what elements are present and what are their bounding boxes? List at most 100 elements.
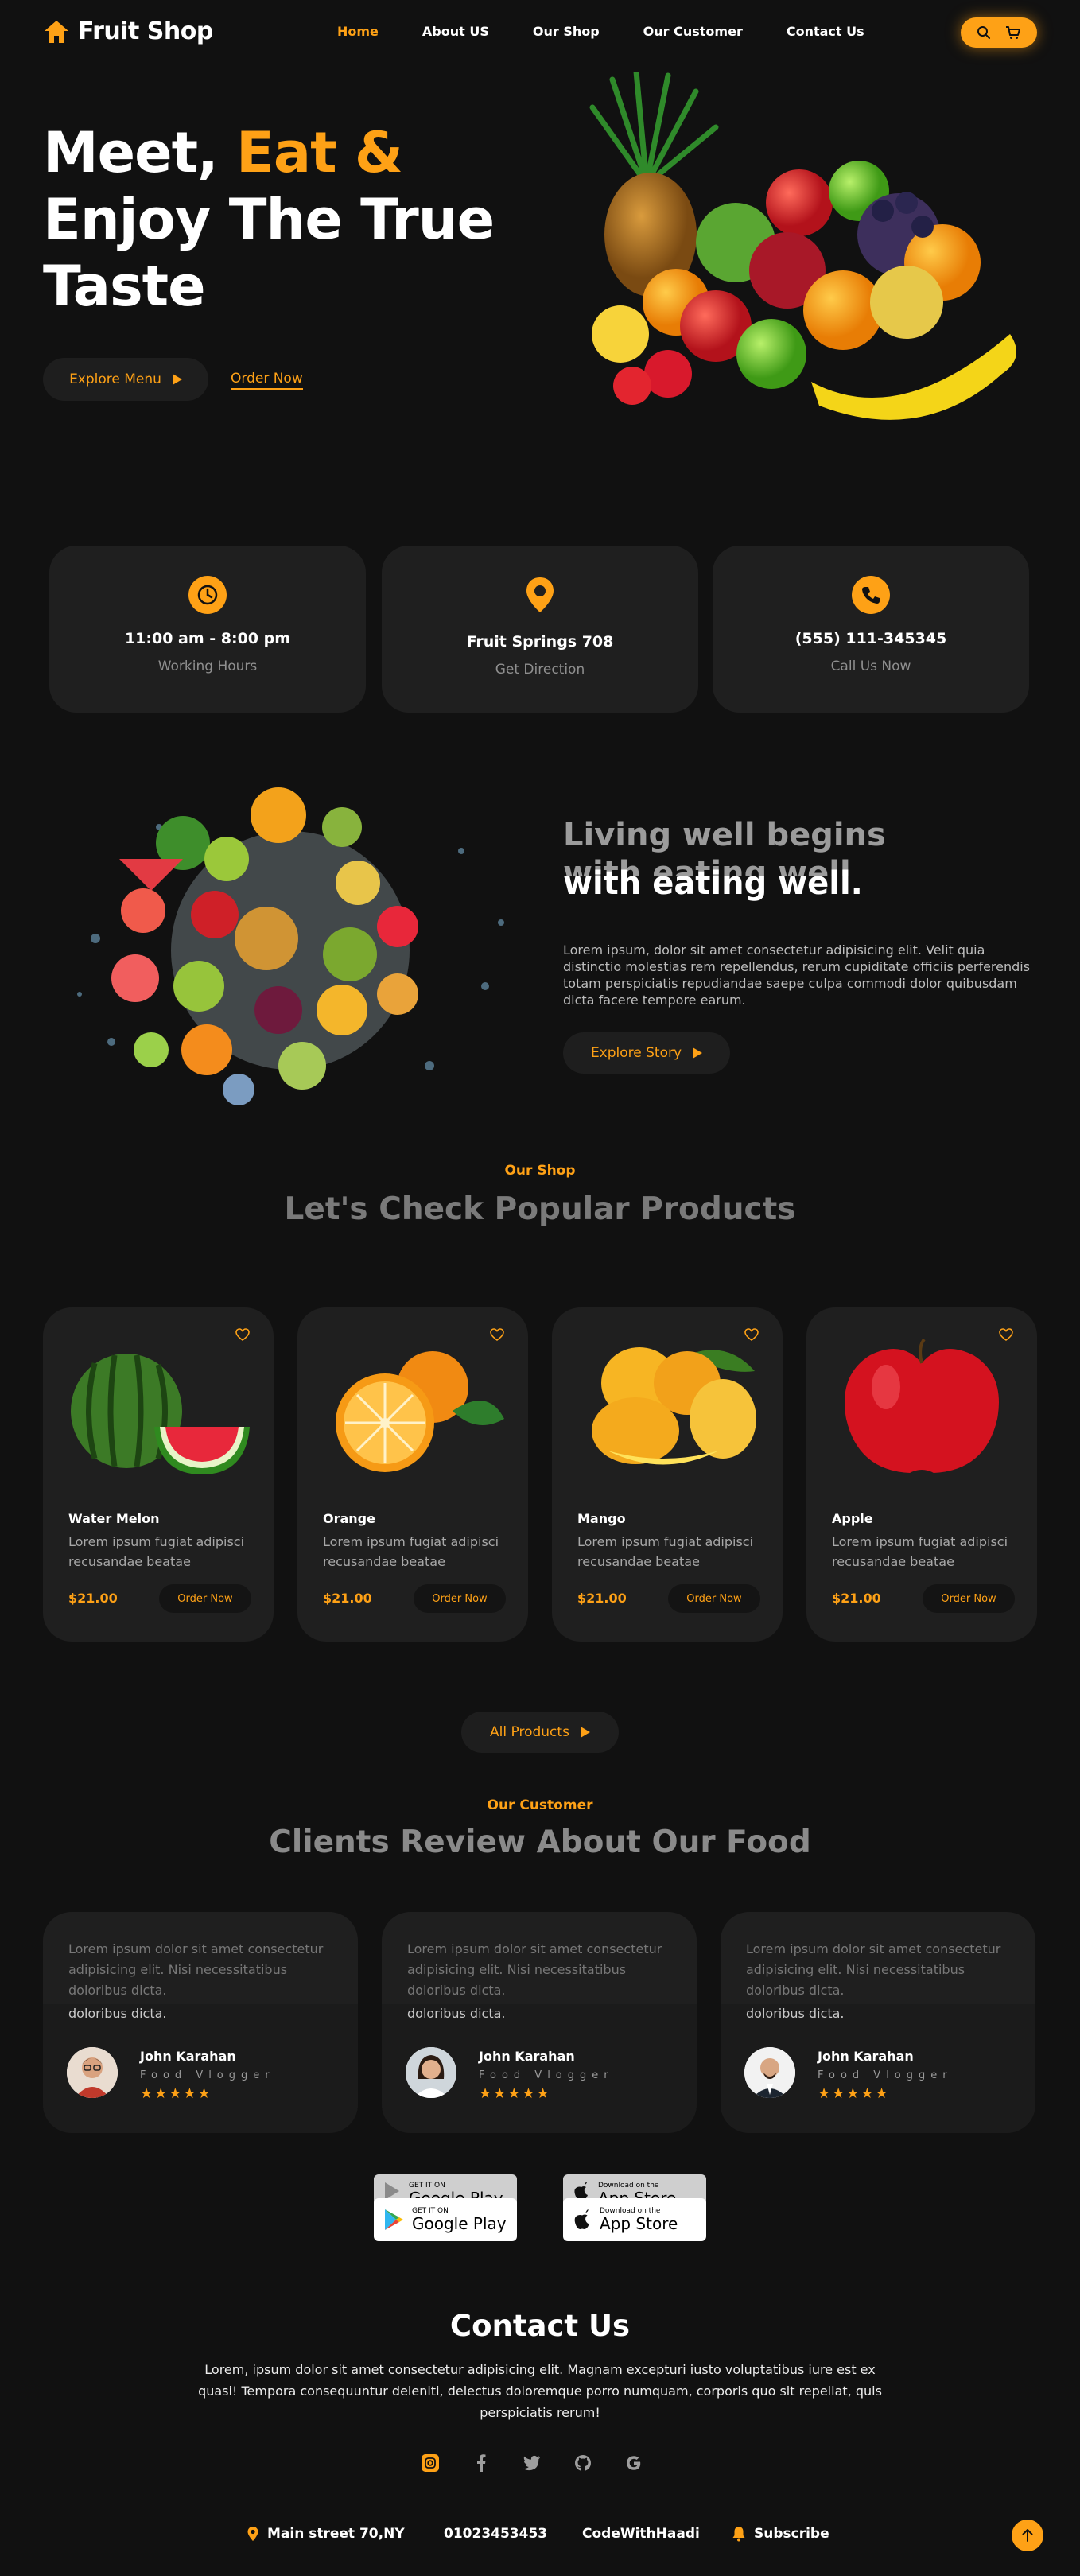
bell-icon	[732, 2527, 745, 2542]
about-heading-line1: Living well begins	[563, 817, 886, 853]
phone-icon	[852, 576, 890, 614]
product-desc: Lorem ipsum fugiat adipisci recusandae b…	[68, 1534, 245, 1569]
reviewer-name: John Karahan	[140, 2049, 236, 2064]
github-icon[interactable]	[574, 2454, 592, 2472]
reviews-label: Our Customer	[487, 1797, 593, 1813]
product-name: Apple	[832, 1511, 873, 1526]
nav-contact[interactable]: Contact Us	[787, 24, 864, 39]
explore-story-label: Explore Story	[590, 1045, 682, 1061]
twitter-icon[interactable]	[523, 2454, 541, 2472]
nav-about[interactable]: About US	[422, 24, 489, 39]
all-products-label: All Products	[490, 1724, 569, 1740]
product-price: $21.00	[577, 1591, 627, 1606]
explore-story-button[interactable]: Explore Story	[563, 1032, 730, 1074]
nav-home[interactable]: Home	[337, 24, 379, 39]
info-card-phone[interactable]: (555) 111-345345 Call Us Now	[713, 546, 1029, 713]
apple-icon	[574, 2209, 589, 2229]
subscribe-label: Subscribe	[754, 2526, 829, 2542]
main-nav: Home About US Our Shop Our Customer Cont…	[337, 24, 864, 39]
home-icon	[45, 20, 68, 43]
order-now-link[interactable]: Order Now	[231, 371, 303, 390]
app-store-big: App Store	[600, 2214, 678, 2233]
explore-menu-label: Explore Menu	[69, 371, 161, 387]
cart-icon[interactable]	[1005, 25, 1021, 40]
product-price: $21.00	[323, 1591, 372, 1606]
google-icon[interactable]	[625, 2454, 643, 2472]
footer-phone[interactable]: 01023453453	[444, 2526, 547, 2542]
contact-text: Lorem, ipsum dolor sit amet consectetur …	[198, 2362, 882, 2420]
scroll-to-top-button[interactable]	[1012, 2520, 1043, 2551]
location-icon	[247, 2527, 258, 2541]
about-fruit-splash-image	[77, 787, 504, 1105]
search-icon[interactable]	[977, 25, 991, 40]
reviews-title: Clients Review About Our Food	[269, 1824, 811, 1860]
play-icon	[580, 1727, 590, 1738]
avatar	[67, 2047, 118, 2098]
social-links	[422, 2454, 643, 2472]
footer-address: Main street 70,NY	[247, 2526, 405, 2542]
product-card-watermelon[interactable]: Water Melon Lorem ipsum fugiat adipisci …	[43, 1307, 274, 1642]
instagram-icon[interactable]	[422, 2454, 439, 2472]
reviewer-name: John Karahan	[479, 2049, 575, 2064]
app-store-small: Download on the	[598, 2182, 659, 2189]
hero-title-part1: Meet,	[43, 120, 219, 185]
info-sub: Working Hours	[157, 659, 258, 674]
google-play-icon	[385, 2209, 403, 2230]
google-play-badge[interactable]: GET IT ON Google Play	[374, 2198, 517, 2241]
info-title: 11:00 am - 8:00 pm	[124, 630, 291, 647]
arrow-up-icon	[1022, 2529, 1033, 2542]
shop-label: Our Shop	[504, 1163, 576, 1179]
app-store-badge[interactable]: Download on the App Store	[563, 2198, 706, 2241]
review-text-repeat: doloribus dicta.	[68, 2006, 167, 2021]
review-text-repeat: doloribus dicta.	[746, 2006, 845, 2021]
product-card-orange[interactable]: Orange Lorem ipsum fugiat adipisci recus…	[297, 1307, 528, 1642]
hero-title-accent: Eat &	[236, 120, 403, 185]
order-now-button[interactable]: Order Now	[414, 1584, 506, 1613]
footer-handle[interactable]: CodeWithHaadi	[582, 2526, 700, 2542]
brand-name: Fruit Shop	[78, 17, 213, 45]
brand-logo[interactable]: Fruit Shop	[43, 17, 213, 45]
star-rating: ★★★★★	[140, 2085, 212, 2102]
subscribe-button[interactable]: Subscribe	[732, 2526, 829, 2542]
footer-address-text: Main street 70,NY	[267, 2526, 405, 2542]
avatar	[744, 2047, 795, 2098]
play-icon	[693, 1047, 703, 1059]
order-now-button[interactable]: Order Now	[159, 1584, 251, 1613]
product-desc: Lorem ipsum fugiat adipisci recusandae b…	[323, 1534, 499, 1569]
reviewer-role: Food Vlogger	[818, 2069, 953, 2081]
location-icon	[524, 576, 556, 617]
contact-title: Contact Us	[449, 2309, 631, 2343]
nav-shop[interactable]: Our Shop	[533, 24, 600, 39]
review-text: Lorem ipsum dolor sit amet consectetur a…	[68, 1941, 324, 1998]
product-name: Mango	[577, 1511, 626, 1526]
clock-icon	[188, 576, 227, 614]
play-icon	[172, 374, 182, 385]
order-now-button[interactable]: Order Now	[923, 1584, 1015, 1613]
explore-menu-button[interactable]: Explore Menu	[43, 358, 208, 401]
product-desc: Lorem ipsum fugiat adipisci recusandae b…	[577, 1534, 754, 1569]
info-sub: Call Us Now	[830, 659, 911, 674]
product-price: $21.00	[68, 1591, 118, 1606]
star-rating: ★★★★★	[818, 2085, 890, 2102]
nav-actions	[961, 17, 1037, 48]
hero-fruit-image	[589, 72, 1016, 420]
reviewer-role: Food Vlogger	[140, 2069, 275, 2081]
about-heading-line2: with eating well.	[563, 865, 863, 902]
all-products-button[interactable]: All Products	[461, 1712, 619, 1753]
product-card-mango[interactable]: Mango Lorem ipsum fugiat adipisci recusa…	[552, 1307, 783, 1642]
hero-title-line3: Taste	[43, 254, 206, 319]
info-sub: Get Direction	[495, 662, 585, 678]
review-card: Lorem ipsum dolor sit amet consectetur a…	[43, 1912, 358, 2133]
product-card-apple[interactable]: Apple Lorem ipsum fugiat adipisci recusa…	[806, 1307, 1037, 1642]
order-now-button[interactable]: Order Now	[668, 1584, 760, 1613]
hero-title-line2: Enjoy The True	[43, 187, 495, 252]
product-price: $21.00	[832, 1591, 881, 1606]
product-image	[336, 1351, 504, 1472]
facebook-icon[interactable]	[472, 2454, 490, 2472]
review-card: Lorem ipsum dolor sit amet consectetur a…	[382, 1912, 697, 2133]
info-card-location[interactable]: Fruit Springs 708 Get Direction	[382, 546, 698, 713]
nav-customer[interactable]: Our Customer	[643, 24, 743, 39]
product-desc: Lorem ipsum fugiat adipisci recusandae b…	[832, 1534, 1008, 1569]
about-heading: Living well begins with eating well. wit…	[563, 816, 886, 903]
google-play-big: Google Play	[412, 2214, 507, 2233]
